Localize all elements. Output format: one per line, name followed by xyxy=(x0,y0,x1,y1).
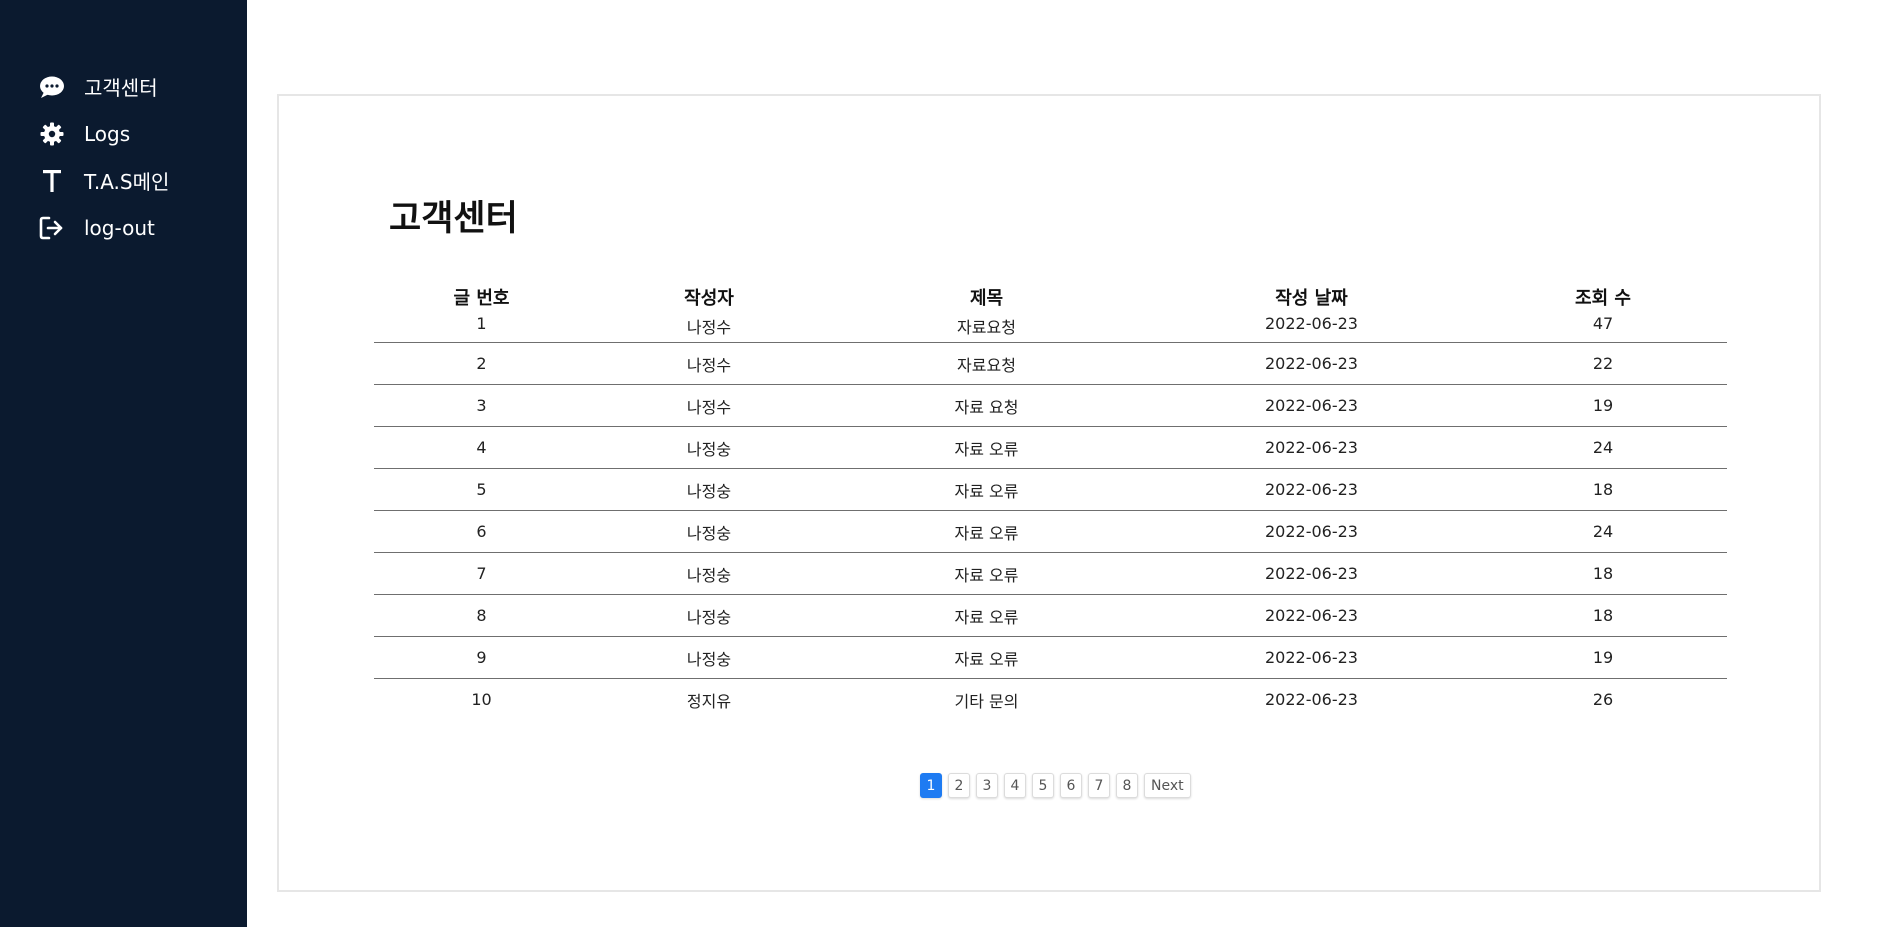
sidebar-item-label: Logs xyxy=(84,121,131,146)
cell-date: 2022-06-23 xyxy=(1144,468,1479,511)
cell-author: 나정숭 xyxy=(589,468,829,511)
cell-post-number: 3 xyxy=(374,384,589,427)
sidebar-nav: 고객센터 Logs T.A.S메인 log-out xyxy=(38,63,169,251)
cell-title[interactable]: 자료 오류 xyxy=(829,594,1144,637)
table-header-row: 글 번호 작성자 제목 작성 날짜 조회 수 xyxy=(374,274,1727,312)
page-button-6[interactable]: 6 xyxy=(1060,773,1082,798)
page-button-5[interactable]: 5 xyxy=(1032,773,1054,798)
cell-views: 24 xyxy=(1479,510,1727,553)
cell-post-number: 2 xyxy=(374,342,589,385)
table-row[interactable]: 2 나정수 자료요청 2022-06-23 22 xyxy=(374,342,1727,385)
cell-date: 2022-06-23 xyxy=(1144,384,1479,427)
page-button-3[interactable]: 3 xyxy=(976,773,998,798)
sidebar: 고객센터 Logs T.A.S메인 log-out xyxy=(0,0,247,927)
cell-date: 2022-06-23 xyxy=(1144,594,1479,637)
table-row[interactable]: 6 나정숭 자료 오류 2022-06-23 24 xyxy=(374,510,1727,553)
sidebar-item-label: log-out xyxy=(84,215,155,240)
table-row[interactable]: 9 나정숭 자료 오류 2022-06-23 19 xyxy=(374,636,1727,679)
next-page-button[interactable]: Next xyxy=(1144,773,1191,798)
page-button-1[interactable]: 1 xyxy=(920,773,942,798)
cell-title[interactable]: 자료 오류 xyxy=(829,426,1144,469)
table-row[interactable]: 8 나정숭 자료 오류 2022-06-23 18 xyxy=(374,594,1727,637)
cell-author: 나정수 xyxy=(589,312,829,343)
sign-out-icon xyxy=(38,214,66,242)
cell-post-number: 8 xyxy=(374,594,589,637)
pagination: 1 2 3 4 5 6 7 8 Next xyxy=(920,773,1191,798)
column-header-title: 제목 xyxy=(969,288,1004,309)
cell-views: 26 xyxy=(1592,690,1614,709)
cell-title[interactable]: 자료 오류 xyxy=(829,636,1144,679)
cell-views: 22 xyxy=(1479,342,1727,385)
cell-date: 2022-06-23 xyxy=(1144,312,1479,343)
sidebar-item-logs[interactable]: Logs xyxy=(38,110,169,157)
cell-author: 나정숭 xyxy=(589,426,829,469)
column-header-post-number: 글 번호 xyxy=(453,288,510,309)
chat-bubble-icon xyxy=(38,73,66,101)
sidebar-item-tas-main[interactable]: T.A.S메인 xyxy=(38,157,169,204)
cell-author: 나정수 xyxy=(589,342,829,385)
page-button-2[interactable]: 2 xyxy=(948,773,970,798)
cell-author: 나정숭 xyxy=(589,552,829,595)
cell-views: 47 xyxy=(1479,312,1727,343)
cell-post-number: 9 xyxy=(374,636,589,679)
table-row[interactable]: 1 나정수 자료요청 2022-06-23 47 xyxy=(374,312,1727,343)
cell-author: 나정숭 xyxy=(589,594,829,637)
table-row[interactable]: 5 나정숭 자료 오류 2022-06-23 18 xyxy=(374,468,1727,511)
sidebar-item-customer-center[interactable]: 고객센터 xyxy=(38,63,169,110)
page-button-7[interactable]: 7 xyxy=(1088,773,1110,798)
cell-post-number: 10 xyxy=(471,690,492,709)
cell-author: 나정수 xyxy=(589,384,829,427)
cell-post-number: 5 xyxy=(374,468,589,511)
table-row[interactable]: 10 정지유 기타 문의 2022-06-23 26 xyxy=(374,679,1727,721)
cell-date: 2022-06-23 xyxy=(1265,690,1358,709)
cell-date: 2022-06-23 xyxy=(1144,510,1479,553)
cell-date: 2022-06-23 xyxy=(1144,426,1479,469)
cell-views: 19 xyxy=(1479,636,1727,679)
gear-icon xyxy=(38,120,66,148)
cell-title[interactable]: 기타 문의 xyxy=(829,679,1144,721)
sidebar-item-log-out[interactable]: log-out xyxy=(38,204,169,251)
cell-title[interactable]: 자료 오류 xyxy=(829,468,1144,511)
cell-title[interactable]: 자료요청 xyxy=(829,312,1144,343)
cell-post-number: 1 xyxy=(374,312,589,343)
sidebar-item-label: 고객센터 xyxy=(84,76,158,100)
cell-title[interactable]: 자료 오류 xyxy=(829,552,1144,595)
board-table: 글 번호 작성자 제목 작성 날짜 조회 수 1 나정수 자료요청 2022-0… xyxy=(374,274,1727,720)
content-panel: 고객센터 글 번호 작성자 제목 작성 날짜 조회 수 1 나정수 자료요청 2… xyxy=(277,94,1821,892)
table-row[interactable]: 3 나정수 자료 요청 2022-06-23 19 xyxy=(374,384,1727,427)
cell-author: 나정숭 xyxy=(589,510,829,553)
sidebar-item-label: T.A.S메인 xyxy=(84,170,170,194)
cell-views: 18 xyxy=(1479,468,1727,511)
cell-title[interactable]: 자료 오류 xyxy=(829,510,1144,553)
page-button-4[interactable]: 4 xyxy=(1004,773,1026,798)
cell-views: 18 xyxy=(1479,594,1727,637)
cell-title[interactable]: 자료 요청 xyxy=(829,384,1144,427)
cell-date: 2022-06-23 xyxy=(1144,636,1479,679)
page-title: 고객센터 xyxy=(389,199,518,239)
column-header-views: 조회 수 xyxy=(1575,288,1631,309)
cell-views: 24 xyxy=(1479,426,1727,469)
cell-post-number: 7 xyxy=(374,552,589,595)
page-button-8[interactable]: 8 xyxy=(1116,773,1138,798)
column-header-author: 작성자 xyxy=(684,288,734,309)
cell-author: 나정숭 xyxy=(589,636,829,679)
cell-date: 2022-06-23 xyxy=(1144,342,1479,385)
cell-post-number: 4 xyxy=(374,426,589,469)
table-row[interactable]: 4 나정숭 자료 오류 2022-06-23 24 xyxy=(374,426,1727,469)
cell-views: 18 xyxy=(1479,552,1727,595)
column-header-date: 작성 날짜 xyxy=(1275,288,1348,309)
letter-t-icon xyxy=(38,167,66,195)
table-row[interactable]: 7 나정숭 자료 오류 2022-06-23 18 xyxy=(374,552,1727,595)
cell-views: 19 xyxy=(1479,384,1727,427)
cell-date: 2022-06-23 xyxy=(1144,552,1479,595)
cell-author: 정지유 xyxy=(686,691,732,711)
cell-post-number: 6 xyxy=(374,510,589,553)
cell-title[interactable]: 자료요청 xyxy=(829,342,1144,385)
